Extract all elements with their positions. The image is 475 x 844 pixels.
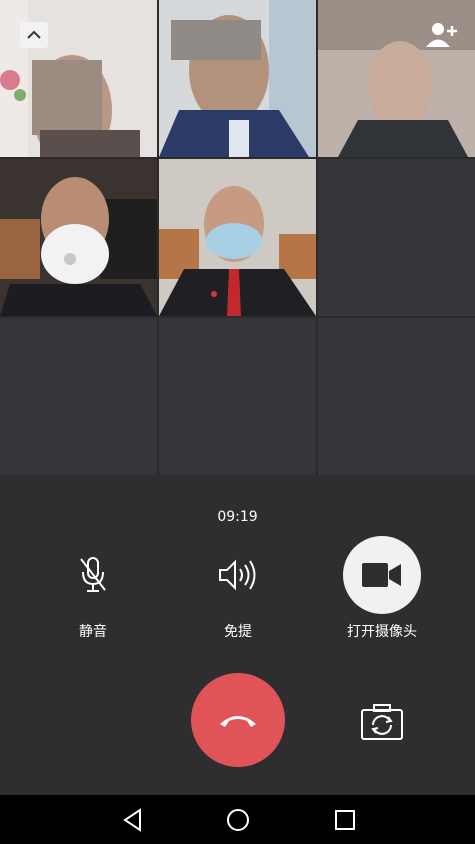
chevron-up-icon — [27, 30, 41, 39]
speaker-icon — [219, 559, 256, 591]
participant-video-5[interactable] — [159, 159, 316, 316]
camera-button[interactable]: 打开摄像头 — [322, 535, 442, 641]
call-controls: 09:19 静音 免提 打开摄像头 — [0, 475, 475, 795]
camera-icon — [362, 563, 401, 587]
empty-tile — [318, 159, 475, 316]
mute-button[interactable]: 静音 — [33, 535, 153, 641]
empty-tile — [159, 318, 316, 475]
hangup-icon — [220, 716, 256, 727]
mute-label: 静音 — [79, 624, 107, 640]
back-icon[interactable] — [120, 807, 146, 833]
empty-tile — [0, 318, 157, 475]
hangup-button[interactable] — [191, 673, 285, 767]
speaker-label: 免提 — [224, 624, 252, 640]
add-user-icon[interactable] — [425, 20, 459, 50]
participant-video-2[interactable] — [159, 0, 316, 157]
flip-camera-icon[interactable] — [360, 703, 404, 741]
camera-label: 打开摄像头 — [347, 624, 417, 640]
participant-video-4[interactable] — [0, 159, 157, 316]
home-icon[interactable] — [225, 807, 251, 833]
call-timer: 09:19 — [217, 509, 258, 525]
empty-tile — [318, 318, 475, 475]
system-nav-bar — [0, 795, 475, 844]
recents-icon[interactable] — [332, 807, 358, 833]
video-grid — [0, 0, 475, 475]
collapse-button[interactable] — [20, 22, 48, 48]
mic-off-icon — [80, 557, 106, 592]
speaker-button[interactable]: 免提 — [178, 535, 298, 641]
